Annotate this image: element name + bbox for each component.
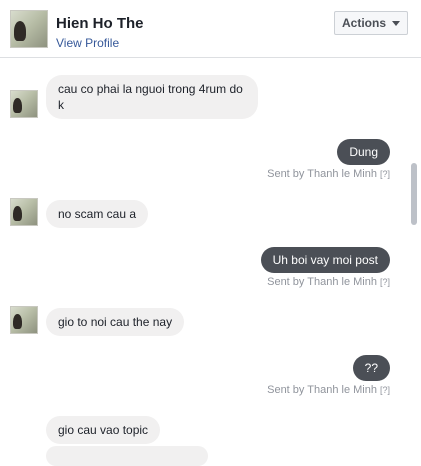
sent-by-text: Sent by Thanh le Minh	[267, 168, 377, 180]
sent-by-text: Sent by Thanh le Minh	[267, 276, 377, 288]
outgoing-message: ??	[352, 355, 390, 381]
caret-down-icon	[392, 20, 400, 26]
sender-avatar[interactable]	[10, 198, 38, 226]
incoming-message-partial	[46, 446, 208, 466]
outgoing-message: Uh boi vay moi post	[260, 247, 390, 273]
sender-avatar[interactable]	[10, 306, 38, 334]
sent-by-help[interactable]: [?]	[380, 169, 390, 179]
outgoing-message: Dung	[337, 139, 390, 165]
actions-button[interactable]: Actions	[334, 11, 408, 35]
contact-name[interactable]: Hien Ho The	[56, 15, 144, 32]
sent-by-text: Sent by Thanh le Minh	[267, 384, 377, 396]
sent-by-help[interactable]: [?]	[380, 385, 390, 395]
incoming-message: cau co phai la nguoi trong 4rum do k	[46, 75, 258, 119]
sent-by-label: Sent by Thanh le Minh [?]	[267, 168, 390, 180]
sent-by-help[interactable]: [?]	[380, 277, 390, 287]
incoming-message: gio to noi cau the nay	[46, 308, 185, 336]
incoming-message: no scam cau a	[46, 200, 149, 228]
sent-by-label: Sent by Thanh le Minh [?]	[267, 384, 390, 396]
actions-button-label: Actions	[341, 16, 386, 30]
view-profile-link[interactable]: View Profile	[56, 36, 119, 50]
incoming-message: gio cau vao topic	[46, 416, 161, 444]
sender-avatar[interactable]	[10, 90, 38, 118]
chat-header: Hien Ho The View Profile Actions	[0, 0, 421, 58]
sent-by-label: Sent by Thanh le Minh [?]	[267, 276, 390, 288]
scrollbar-thumb[interactable]	[411, 163, 417, 225]
contact-avatar[interactable]	[10, 10, 48, 48]
